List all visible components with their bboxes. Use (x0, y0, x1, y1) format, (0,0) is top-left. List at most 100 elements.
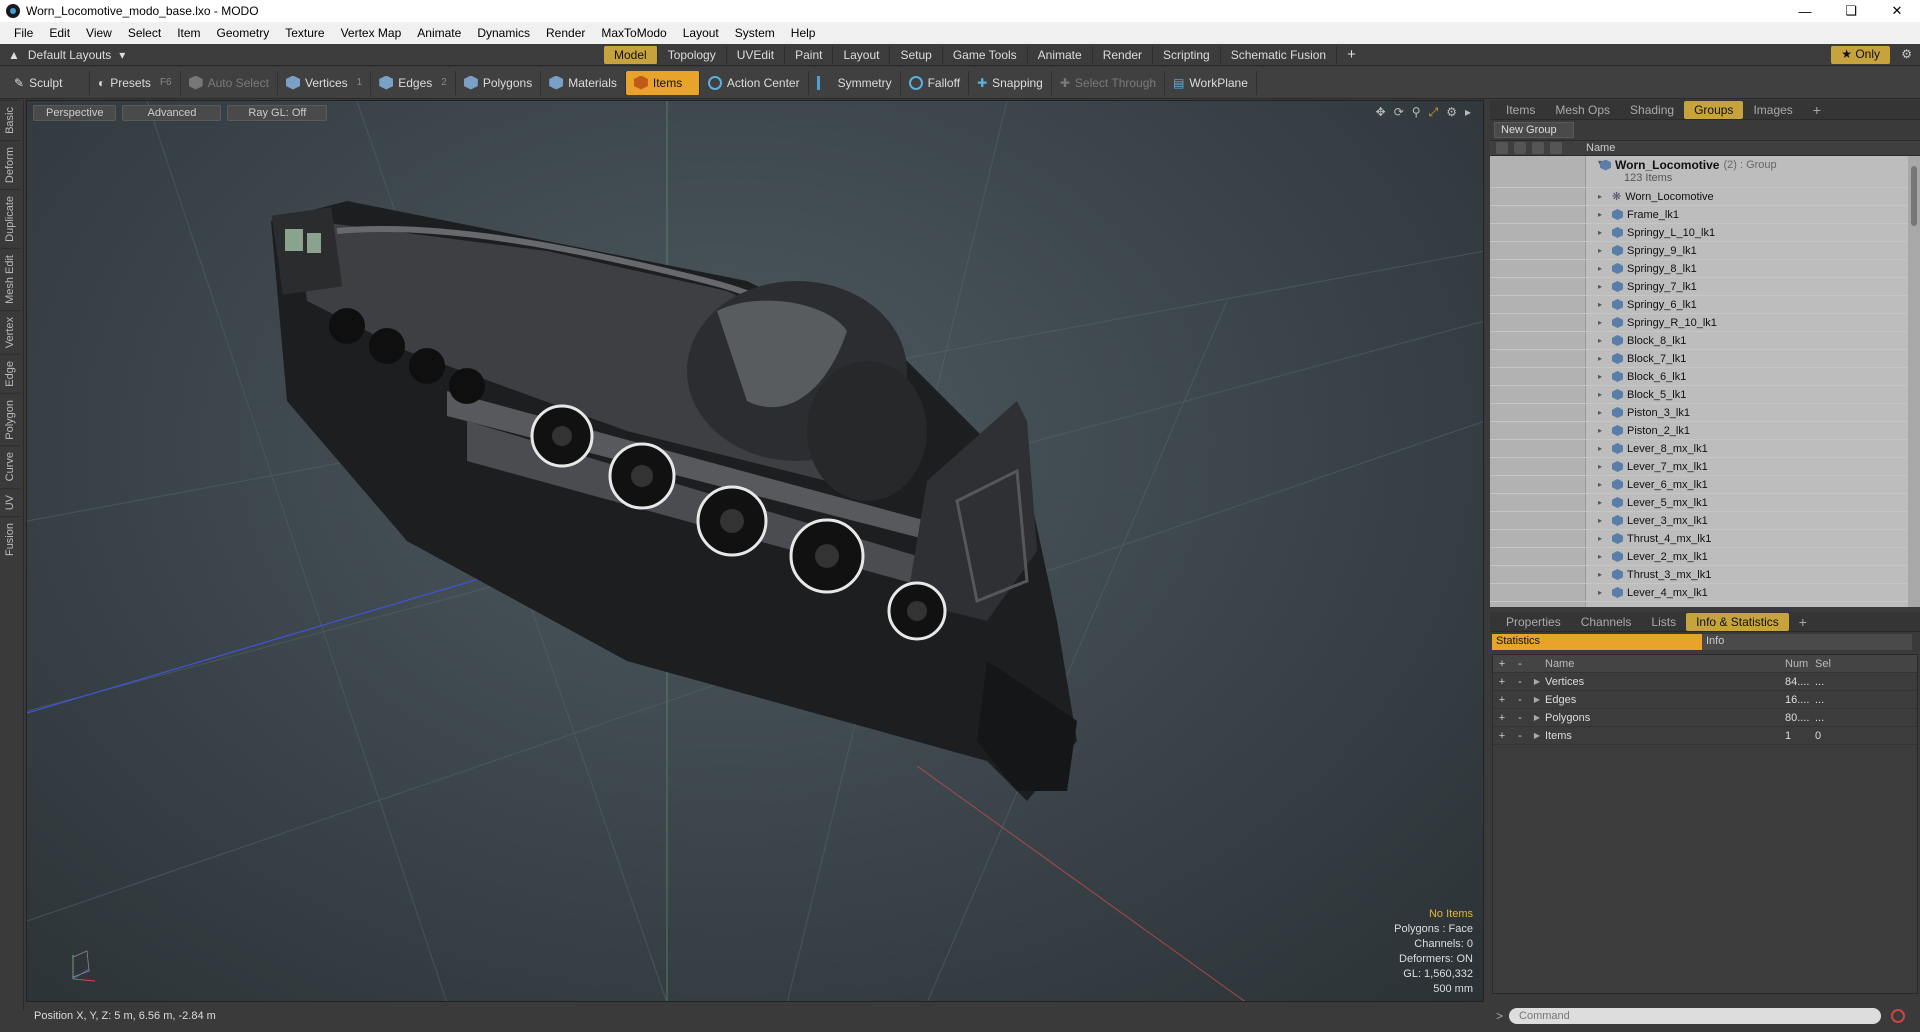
tab-model[interactable]: Model (604, 46, 658, 64)
add-selection-icon[interactable]: + (1493, 730, 1511, 742)
tab-animate[interactable]: Animate (1028, 46, 1093, 64)
tab-groups[interactable]: Groups (1684, 100, 1744, 119)
expand-arrow-icon[interactable]: ▸ (1598, 462, 1602, 471)
gear-icon[interactable]: ⚙ (1901, 47, 1912, 61)
menu-help[interactable]: Help (783, 26, 824, 40)
view-mode-button[interactable]: Perspective (33, 105, 117, 121)
record-macro-icon[interactable] (1891, 1009, 1906, 1023)
command-input[interactable]: Command (1509, 1008, 1882, 1024)
lefttab-mesh-edit[interactable]: Mesh Edit (0, 247, 20, 310)
workplane-button[interactable]: ▤ WorkPlane (1165, 70, 1257, 95)
lefttab-deform[interactable]: Deform (0, 139, 20, 189)
expand-arrow-icon[interactable]: ▸ (1598, 498, 1602, 507)
add-selection-icon[interactable]: + (1493, 712, 1511, 724)
add-tab-icon[interactable]: + (1337, 46, 1366, 64)
raygl-button[interactable]: Ray GL: Off (227, 105, 328, 121)
auto-select-button[interactable]: Auto Select (181, 70, 278, 95)
tab-uvedit[interactable]: UVEdit (727, 46, 786, 64)
sculpt-button[interactable]: ✎ Sculpt (6, 70, 90, 95)
list-item[interactable]: ▸ Frame_lk1 (1490, 206, 1920, 224)
materials-button[interactable]: Materials (541, 70, 626, 95)
table-row[interactable]: + - ▶ Vertices 84.... ... (1493, 673, 1917, 691)
list-item[interactable]: ▸ Block_7_lk1 (1490, 350, 1920, 368)
tab-shading[interactable]: Shading (1620, 101, 1684, 119)
col-sel[interactable]: Sel (1815, 658, 1845, 670)
list-item[interactable]: ▸ Springy_8_lk1 (1490, 260, 1920, 278)
menu-geometry[interactable]: Geometry (209, 26, 278, 40)
remove-selection-icon[interactable]: - (1511, 730, 1529, 742)
shading-button[interactable]: Advanced (122, 105, 222, 121)
viewport-gear-icon[interactable]: ⚙ (1446, 105, 1457, 120)
expand-all-icon[interactable]: + (1493, 658, 1511, 670)
name-column-header[interactable]: Name (1586, 142, 1615, 154)
tab-topology[interactable]: Topology (658, 46, 727, 64)
table-row[interactable]: + - ▶ Items 1 0 (1493, 727, 1917, 745)
remove-selection-icon[interactable]: - (1511, 712, 1529, 724)
add-selection-icon[interactable]: + (1493, 676, 1511, 688)
rotate-icon[interactable]: ⟳ (1394, 105, 1404, 120)
list-item[interactable]: ▸ Springy_R_10_lk1 (1490, 314, 1920, 332)
select-through-button[interactable]: ✚ Select Through (1052, 70, 1166, 95)
menu-layout[interactable]: Layout (675, 26, 727, 40)
list-item[interactable]: ▸ Block_8_lk1 (1490, 332, 1920, 350)
lock-icon[interactable] (1514, 142, 1526, 154)
tree-scrollbar[interactable] (1908, 156, 1920, 607)
list-item[interactable]: ▸ Lever_3_mx_lk1 (1490, 512, 1920, 530)
list-item[interactable]: ▸ Thrust_3_mx_lk1 (1490, 566, 1920, 584)
tab-scripting[interactable]: Scripting (1153, 46, 1221, 64)
expand-arrow-icon[interactable]: ▸ (1598, 336, 1602, 345)
expand-arrow-icon[interactable]: ▸ (1598, 228, 1602, 237)
expand-arrow-icon[interactable]: ▶ (1529, 731, 1545, 740)
expand-arrow-icon[interactable]: ▸ (1598, 318, 1602, 327)
tab-schematic-fusion[interactable]: Schematic Fusion (1221, 46, 1338, 64)
add-lower-tab-icon[interactable]: + (1789, 612, 1817, 632)
lefttab-fusion[interactable]: Fusion (0, 516, 20, 563)
pan-icon[interactable]: ✥ (1376, 105, 1386, 120)
edges-button[interactable]: Edges 2 (371, 70, 456, 95)
tab-mesh-ops[interactable]: Mesh Ops (1545, 101, 1620, 119)
list-item[interactable]: ▸ Piston_2_lk1 (1490, 422, 1920, 440)
fit-icon[interactable]: ⤢ (1429, 105, 1439, 120)
menu-maxtomodo[interactable]: MaxToModo (593, 26, 674, 40)
list-item[interactable]: ▸ Piston_3_lk1 (1490, 404, 1920, 422)
list-item[interactable]: ▸ Block_5_lk1 (1490, 386, 1920, 404)
expand-arrow-icon[interactable]: ▶ (1529, 695, 1545, 704)
menu-vertex-map[interactable]: Vertex Map (333, 26, 410, 40)
menu-edit[interactable]: Edit (41, 26, 78, 40)
tab-game-tools[interactable]: Game Tools (943, 46, 1028, 64)
expand-arrow-icon[interactable]: ▸ (1598, 408, 1602, 417)
expand-arrow-icon[interactable]: ▸ (1598, 426, 1602, 435)
list-item[interactable]: ▸ Springy_7_lk1 (1490, 278, 1920, 296)
list-item[interactable]: ▸ Lever_2_mx_lk1 (1490, 548, 1920, 566)
expand-arrow-icon[interactable]: ▸ (1598, 390, 1602, 399)
list-item[interactable]: ▸ Lever_5_mx_lk1 (1490, 494, 1920, 512)
menu-animate[interactable]: Animate (409, 26, 469, 40)
expand-arrow-icon[interactable]: ▸ (1598, 210, 1602, 219)
tab-images[interactable]: Images (1743, 101, 1802, 119)
collapse-all-icon[interactable]: - (1511, 658, 1529, 670)
presets-button[interactable]: ◐ Presets F6 (90, 70, 181, 95)
list-item[interactable]: ▸ Lever_8_mx_lk1 (1490, 440, 1920, 458)
lefttab-basic[interactable]: Basic (0, 100, 20, 140)
lefttab-curve[interactable]: Curve (0, 445, 20, 488)
menu-render[interactable]: Render (538, 26, 593, 40)
menu-texture[interactable]: Texture (277, 26, 332, 40)
minimize-icon[interactable]: — (1782, 0, 1828, 22)
list-item[interactable]: ▸ Lever_4_mx_lk1 (1490, 584, 1920, 602)
remove-selection-icon[interactable]: - (1511, 694, 1529, 706)
expand-arrow-icon[interactable]: ▸ (1598, 516, 1602, 525)
list-item[interactable]: ▸ ❋ Worn_Locomotive (1490, 188, 1920, 206)
lefttab-vertex[interactable]: Vertex (0, 309, 20, 354)
list-item[interactable]: ▸ Lever_7_mx_lk1 (1490, 458, 1920, 476)
polygons-button[interactable]: Polygons (456, 70, 542, 95)
3d-viewport[interactable]: Perspective Advanced Ray GL: Off ✥ ⟳ ⚲ ⤢… (26, 100, 1484, 1002)
action-center-button[interactable]: Action Center (700, 70, 809, 95)
menu-view[interactable]: View (78, 26, 120, 40)
symmetry-button[interactable]: Symmetry (809, 70, 901, 95)
expand-arrow-icon[interactable]: ▸ (1598, 264, 1602, 273)
expand-arrow-icon[interactable]: ▸ (1598, 534, 1602, 543)
list-item[interactable]: ▸ Springy_L_10_lk1 (1490, 224, 1920, 242)
add-selection-icon[interactable]: + (1493, 694, 1511, 706)
remove-selection-icon[interactable]: - (1511, 676, 1529, 688)
subtab-statistics[interactable]: Statistics (1492, 634, 1702, 650)
